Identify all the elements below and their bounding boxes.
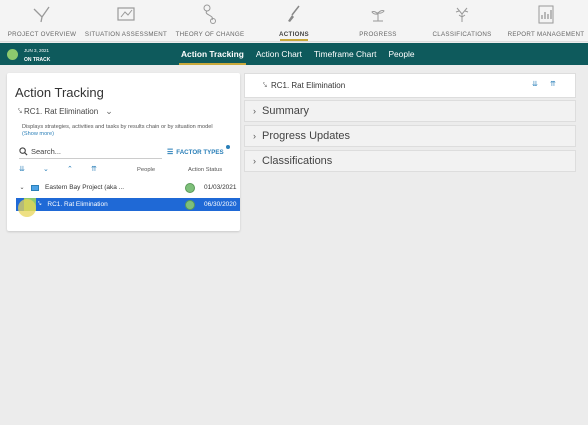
tree-row-project[interactable]: ⌄ Eastern Bay Project (aka ... 01/03/202… <box>16 181 240 194</box>
status-text: JUN 3, 2021 ON TRACK <box>24 45 50 63</box>
strategy-icon: ⤥ <box>18 107 22 115</box>
column-header-people: People <box>137 167 156 173</box>
status-dot <box>7 48 18 60</box>
report-icon <box>538 5 554 24</box>
show-more-link[interactable]: (Show more) <box>22 131 54 137</box>
strategy-label: RC1. Rat Elimination <box>23 107 99 116</box>
strategy-selector[interactable]: ⤥ RC1. Rat Elimination ⌄ <box>18 106 113 117</box>
row-name: Eastern Bay Project (aka ... <box>45 184 125 191</box>
collapse-caret-icon[interactable]: ⌄ <box>16 184 28 191</box>
status-date: JUN 3, 2021 <box>24 48 50 53</box>
nav-label: ACTIONS <box>279 31 309 38</box>
row-date: 06/30/2020 <box>204 201 237 208</box>
mouse-cursor-highlight <box>18 199 36 217</box>
nav-classifications[interactable]: CLASSIFICATIONS <box>420 0 504 41</box>
nav-label: THEORY OF CHANGE <box>175 31 245 38</box>
factor-types-label: FACTOR TYPES <box>176 148 224 156</box>
expand-all-icon[interactable]: ⇊ <box>532 80 538 88</box>
tab-action-tracking[interactable]: Action Tracking <box>175 43 250 65</box>
section-label: Summary <box>262 105 310 117</box>
seedling-icon <box>371 10 385 22</box>
nav-project-overview[interactable]: PROJECT OVERVIEW <box>0 0 84 41</box>
sub-navigation: JUN 3, 2021 ON TRACK Action Tracking Act… <box>0 43 588 65</box>
search-input[interactable] <box>31 147 151 156</box>
shovel-icon <box>288 5 300 22</box>
detail-title: RC1. Rat Elimination <box>270 81 346 90</box>
coral-icon <box>455 7 469 22</box>
section-progress-updates[interactable]: › Progress Updates <box>244 125 576 147</box>
status-state: ON TRACK <box>24 57 51 63</box>
section-label: Classifications <box>262 155 333 167</box>
top-navigation: PROJECT OVERVIEW SITUATION ASSESSMENT TH… <box>0 0 588 42</box>
section-classifications[interactable]: › Classifications <box>244 150 576 172</box>
tab-timeframe-chart[interactable]: Timeframe Chart <box>308 43 383 65</box>
chevron-right-icon: › <box>253 156 256 166</box>
filter-active-badge <box>226 145 230 149</box>
chevron-right-icon: › <box>253 131 256 141</box>
row-date: 01/03/2021 <box>204 184 237 191</box>
chevron-down-icon: ⌄ <box>105 106 113 116</box>
nav-situation-assessment[interactable]: SITUATION ASSESSMENT <box>84 0 168 41</box>
tab-people[interactable]: People <box>382 43 420 65</box>
nav-actions[interactable]: ACTIONS <box>252 0 336 41</box>
nav-label: PROGRESS <box>359 31 397 38</box>
expand-collapse-controls: ⇊ ⌄ ⌃ ⇈ <box>19 165 115 173</box>
nav-theory-of-change[interactable]: THEORY OF CHANGE <box>168 0 252 41</box>
detail-header: ⤥ RC1. Rat Elimination ⇊ ⇈ <box>244 73 576 98</box>
tree-row-strategy-selected[interactable]: ⤥ RC1. Rat Elimination 06/30/2020 <box>16 198 240 211</box>
strategy-icon: ⤥ <box>263 81 267 89</box>
strategy-icon: ⤥ <box>38 201 42 207</box>
factor-types-button[interactable]: ☰ FACTOR TYPES <box>167 148 224 157</box>
project-status: JUN 3, 2021 ON TRACK <box>7 45 175 63</box>
nav-label: CLASSIFICATIONS <box>432 31 492 38</box>
map-icon <box>117 7 135 21</box>
nav-report-management[interactable]: REPORT MANAGEMENT <box>504 0 588 41</box>
action-tracking-panel: Action Tracking ⤥ RC1. Rat Elimination ⌄… <box>7 73 240 231</box>
collapse-one-icon[interactable]: ⌃ <box>67 165 91 173</box>
active-indicator <box>280 39 308 41</box>
row-name: RC1. Rat Elimination <box>47 201 108 208</box>
nav-label: PROJECT OVERVIEW <box>7 31 77 38</box>
collapse-all-icon[interactable]: ⇈ <box>550 80 556 88</box>
search-box <box>19 145 162 159</box>
project-icon <box>31 184 39 191</box>
section-summary[interactable]: › Summary <box>244 100 576 122</box>
nav-label: SITUATION ASSESSMENT <box>84 31 168 38</box>
description-text: Displays strategies, activities and task… <box>22 124 213 130</box>
expand-one-icon[interactable]: ⌄ <box>43 165 67 173</box>
filter-icon: ☰ <box>167 149 174 156</box>
status-dot <box>185 182 195 193</box>
section-label: Progress Updates <box>262 130 351 142</box>
nav-progress[interactable]: PROGRESS <box>336 0 420 41</box>
page-title: Action Tracking <box>15 85 104 100</box>
chevron-right-icon: › <box>253 106 256 116</box>
status-dot <box>185 199 195 210</box>
path-icon <box>203 4 216 24</box>
tab-action-chart[interactable]: Action Chart <box>250 43 308 65</box>
panel-description: Displays strategies, activities and task… <box>22 124 237 138</box>
column-header-status: Action Status <box>188 167 223 173</box>
search-icon <box>19 147 28 156</box>
nav-label: REPORT MANAGEMENT <box>507 31 585 38</box>
bird-icon <box>33 6 50 23</box>
expand-all-icon[interactable]: ⇊ <box>19 165 43 173</box>
collapse-all-icon[interactable]: ⇈ <box>91 165 115 173</box>
